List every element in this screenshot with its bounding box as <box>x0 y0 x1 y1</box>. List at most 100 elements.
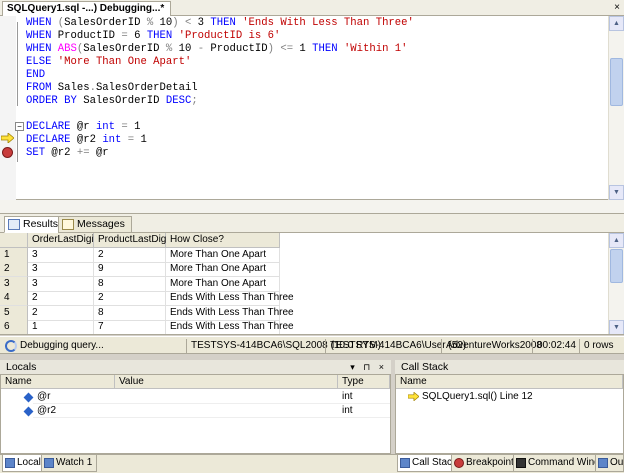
outline-line <box>17 22 18 106</box>
code-token: THEN <box>146 30 173 42</box>
local-type[interactable]: int <box>338 404 390 418</box>
status-rows: 0 rows <box>579 339 617 353</box>
grid-cell[interactable]: 2 <box>28 291 94 307</box>
locals-panel[interactable]: Name Value Type @r int @r2 int <box>0 375 391 454</box>
grid-cell[interactable]: 9 <box>94 262 166 278</box>
column-header-how-close[interactable]: How Close? <box>166 233 280 248</box>
code-line[interactable]: DECLARE @r int = 1 <box>26 121 140 134</box>
row-number[interactable]: 3 <box>0 276 28 292</box>
scroll-down-icon[interactable]: ▼ <box>609 185 624 200</box>
grid-cell[interactable]: 2 <box>28 305 94 321</box>
local-name[interactable]: @r2 <box>33 404 115 418</box>
current-statement-arrow-icon <box>1 133 14 143</box>
panel-window-buttons[interactable]: ▾ ⊓ × <box>350 360 387 374</box>
results-grid[interactable]: OrderLastDigit ProductLastDigit How Clos… <box>0 233 624 335</box>
watch-icon <box>44 458 54 468</box>
code-token: WHEN <box>26 17 52 29</box>
code-token: @r <box>89 147 109 159</box>
grid-cell[interactable]: Ends With Less Than Three <box>166 320 294 334</box>
grid-cell[interactable]: 7 <box>94 320 166 334</box>
scroll-up-icon[interactable]: ▲ <box>609 16 624 31</box>
scroll-down-icon[interactable]: ▼ <box>609 320 624 334</box>
local-value[interactable] <box>115 390 338 404</box>
grid-cell[interactable]: 8 <box>94 305 166 321</box>
breakpoint-icon[interactable] <box>2 147 13 158</box>
grid-cell[interactable]: More Than One Apart <box>166 262 280 278</box>
scroll-thumb[interactable] <box>610 249 623 283</box>
code-token: WHEN <box>26 30 52 42</box>
status-message-text: Debugging query... <box>20 340 104 351</box>
tab-output[interactable]: Out <box>595 455 624 472</box>
grid-cell[interactable]: Ends With Less Than Three <box>166 305 294 321</box>
locals-title-bar: Locals ▾ ⊓ × <box>0 360 391 375</box>
grid-cell[interactable]: More Than One Apart <box>166 276 280 292</box>
grid-cell[interactable]: Ends With Less Than Three <box>166 291 294 307</box>
row-number[interactable]: 2 <box>0 262 28 278</box>
row-number[interactable]: 5 <box>0 305 28 321</box>
column-header-productlastdigit[interactable]: ProductLastDigit <box>94 233 171 248</box>
grid-cell[interactable]: 3 <box>28 248 94 263</box>
grid-cell[interactable]: 2 <box>94 248 166 263</box>
callstack-title-bar: Call Stack <box>395 360 624 375</box>
code-line[interactable]: DECLARE @r2 int = 1 <box>26 134 147 147</box>
callstack-frame[interactable]: SQLQuery1.sql() Line 12 <box>418 390 618 404</box>
code-line[interactable]: WHEN (SalesOrderID % 10) < 3 THEN 'Ends … <box>26 17 414 30</box>
close-icon[interactable]: × <box>614 1 620 15</box>
tab-messages[interactable]: Messages <box>58 216 132 233</box>
code-token: Sales <box>51 82 90 94</box>
tab-watch-1[interactable]: Watch 1 <box>41 455 98 472</box>
code-line[interactable]: WHEN ProductID = 6 THEN 'ProductID is 6' <box>26 30 280 43</box>
code-line[interactable]: ORDER BY SalesOrderID DESC; <box>26 95 198 108</box>
code-token: SalesOrderDetail <box>95 82 198 94</box>
code-token: ABS <box>57 43 77 55</box>
grid-cell[interactable]: 2 <box>94 291 166 307</box>
code-token: @r2 <box>45 147 77 159</box>
grid-cell[interactable]: More Than One Apart <box>166 248 280 263</box>
local-name[interactable]: @r <box>33 390 115 404</box>
grid-icon <box>8 219 20 230</box>
document-tab[interactable]: SQLQuery1.sql -...) Debugging...* <box>2 1 172 16</box>
output-icon <box>598 458 608 468</box>
code-token: ) <= <box>267 43 294 55</box>
local-value[interactable] <box>115 404 338 418</box>
collapse-icon[interactable]: − <box>15 122 24 131</box>
code-token: 'More Than One Apart' <box>57 56 192 68</box>
code-token: SalesOrderID <box>83 43 166 55</box>
grid-vertical-scrollbar[interactable]: ▲ ▼ <box>608 233 624 334</box>
code-token: ORDER BY <box>26 95 77 107</box>
grid-corner[interactable] <box>0 233 28 248</box>
row-number[interactable]: 1 <box>0 248 28 263</box>
locals-column-name[interactable]: Name <box>1 375 115 389</box>
row-number[interactable]: 6 <box>0 320 28 334</box>
row-number[interactable]: 4 <box>0 291 28 307</box>
grid-cell[interactable]: 8 <box>94 276 166 292</box>
code-line[interactable]: FROM Sales.SalesOrderDetail <box>26 82 198 95</box>
callstack-panel[interactable]: Name SQLQuery1.sql() Line 12 <box>395 375 624 454</box>
grid-cell[interactable]: 3 <box>28 276 94 292</box>
callstack-column-name[interactable]: Name <box>396 375 623 389</box>
locals-column-value[interactable]: Value <box>115 375 338 389</box>
editor-horizontal-scrollbar[interactable] <box>0 200 624 214</box>
tab-results[interactable]: Results <box>4 216 66 233</box>
editor-vertical-scrollbar[interactable]: ▲ ▼ <box>608 16 624 200</box>
scroll-up-icon[interactable]: ▲ <box>609 233 624 248</box>
grid-cell[interactable]: 1 <box>28 320 94 334</box>
code-line[interactable]: ELSE 'More Than One Apart' <box>26 56 191 69</box>
code-line[interactable]: SET @r2 += @r <box>26 147 109 160</box>
column-header-orderlastdigit[interactable]: OrderLastDigit <box>28 233 96 248</box>
variable-icon <box>23 392 34 403</box>
code-token: DECLARE <box>26 121 71 133</box>
code-token: 3 <box>191 17 211 29</box>
code-token: += <box>76 147 90 159</box>
editor-gutter[interactable] <box>0 16 16 200</box>
local-type[interactable]: int <box>338 390 390 404</box>
code-line[interactable]: END <box>26 69 45 82</box>
breakpoints-icon <box>454 458 464 468</box>
query-editor[interactable]: − WHEN (SalesOrderID % 10) < 3 THEN 'End… <box>0 16 624 200</box>
results-tab-strip: Results Messages <box>0 214 624 233</box>
grid-cell[interactable]: 3 <box>28 262 94 278</box>
locals-column-type[interactable]: Type <box>338 375 390 389</box>
code-token: 'Within 1' <box>343 43 408 55</box>
code-line[interactable]: WHEN ABS(SalesOrderID % 10 - ProductID) … <box>26 43 408 56</box>
scroll-thumb[interactable] <box>610 58 623 106</box>
